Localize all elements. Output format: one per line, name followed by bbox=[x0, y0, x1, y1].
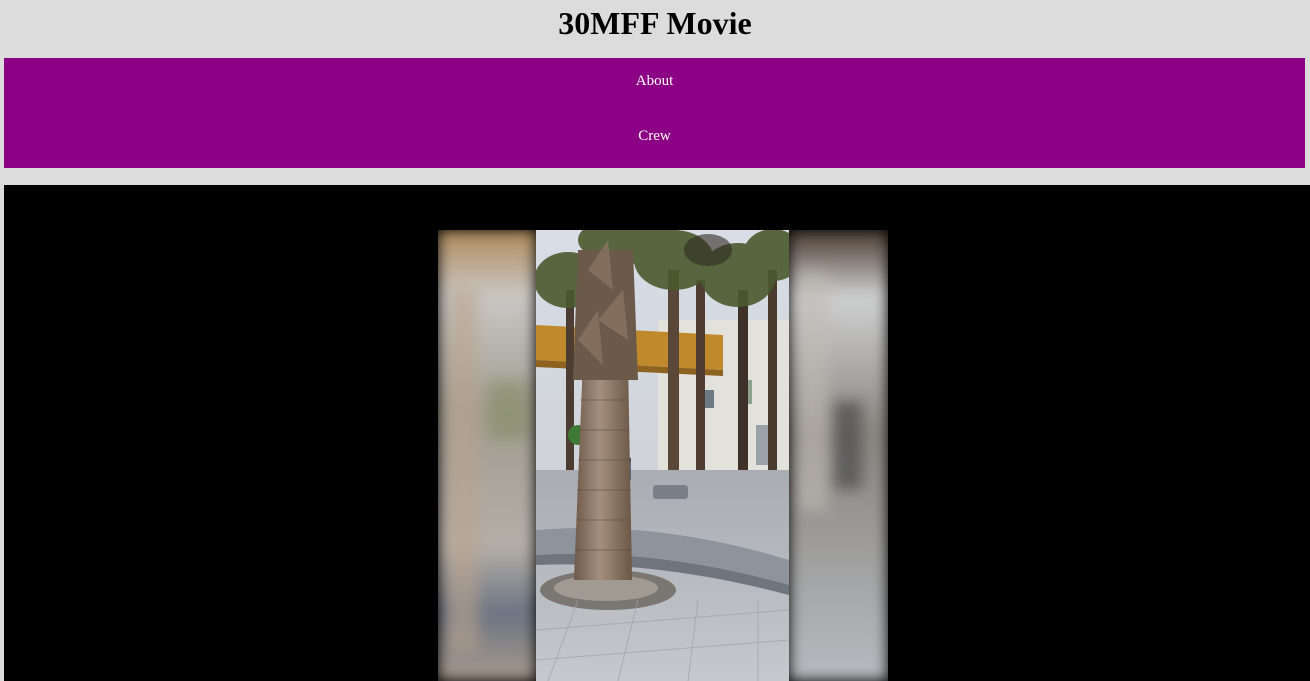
video-frame-image bbox=[438, 230, 888, 681]
video-player[interactable] bbox=[438, 230, 888, 681]
main-nav: About Crew bbox=[4, 58, 1305, 168]
video-panel bbox=[4, 185, 1310, 681]
site-title: 30MFF Movie bbox=[558, 5, 752, 41]
nav-item-crew[interactable]: Crew bbox=[4, 113, 1305, 168]
nav-item-about[interactable]: About bbox=[4, 58, 1305, 113]
